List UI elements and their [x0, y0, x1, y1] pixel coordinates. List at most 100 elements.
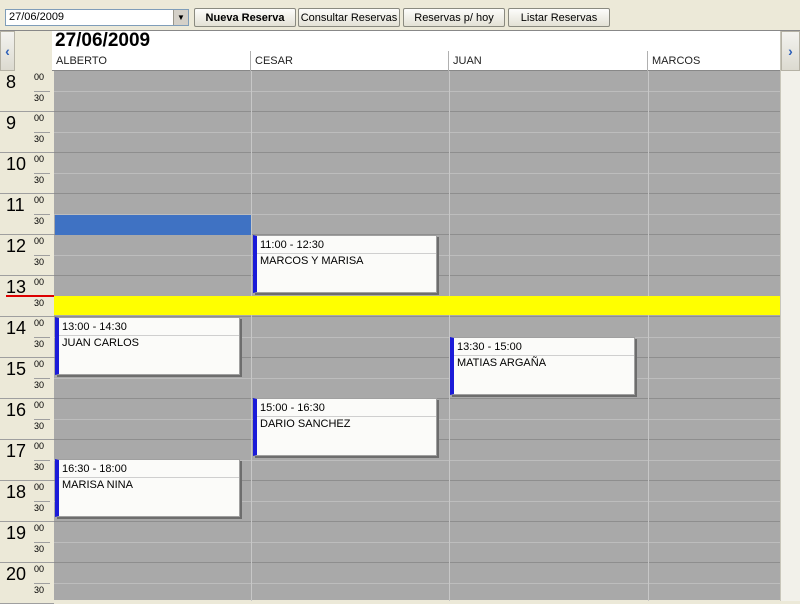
hour-label: 13	[6, 277, 27, 297]
half-hour-tick	[34, 419, 50, 420]
current-time-marker	[6, 295, 54, 297]
minute-label: 00	[34, 400, 45, 410]
query-reservations-button[interactable]: Consultar Reservas	[298, 8, 400, 27]
hour-label: 15	[6, 359, 27, 379]
appointment-divider	[59, 477, 239, 478]
appointment-name: JUAN CARLOS	[62, 337, 140, 349]
minute-label: 30	[34, 257, 45, 267]
half-hour-tick	[34, 132, 50, 133]
minute-label: 30	[34, 216, 45, 226]
vertical-scrollbar[interactable]: ›	[780, 31, 800, 601]
date-select-value: 27/06/2009	[9, 11, 65, 23]
hour-slot: 12 00 30	[0, 235, 54, 276]
chevron-down-icon[interactable]: ▼	[173, 10, 188, 25]
hour-line	[54, 111, 780, 112]
half-hour-line	[54, 91, 780, 92]
calendar-date-title: 27/06/2009	[52, 31, 780, 51]
minute-label: 30	[34, 462, 45, 472]
half-hour-line	[54, 378, 780, 379]
today-reservations-button[interactable]: Reservas p/ hoy	[403, 8, 505, 27]
hour-slot: 14 00 30	[0, 317, 54, 358]
appointment-name: DARIO SANCHEZ	[260, 418, 351, 430]
resource-header-cesar[interactable]: CESAR	[251, 51, 449, 71]
appointment-time: 13:00 - 14:30	[62, 321, 127, 333]
appointment-divider	[257, 253, 436, 254]
half-hour-tick	[34, 460, 50, 461]
hour-label: 10	[6, 154, 27, 174]
half-hour-tick	[34, 583, 50, 584]
minute-label: 00	[34, 318, 45, 328]
minute-label: 30	[34, 134, 45, 144]
minute-label: 30	[34, 421, 45, 431]
hour-label: 8	[6, 72, 17, 92]
hour-slot: 10 00 30	[0, 153, 54, 194]
appointment-card[interactable]: 16:30 - 18:00 MARISA NINA	[55, 459, 240, 517]
hour-slot: 19 00 30	[0, 522, 54, 563]
hour-slot: 20 00 30	[0, 563, 54, 604]
chevron-right-icon[interactable]: ›	[781, 31, 800, 71]
hour-label: 9	[6, 113, 17, 133]
hour-line	[54, 521, 780, 522]
minute-label: 30	[34, 298, 45, 308]
header-corner	[15, 31, 52, 71]
minute-label: 00	[34, 441, 45, 451]
toolbar: 27/06/2009 ▼ Nueva Reserva Consultar Res…	[0, 0, 800, 30]
hour-line	[54, 193, 780, 194]
minute-label: 30	[34, 380, 45, 390]
list-reservations-button[interactable]: Listar Reservas	[508, 8, 610, 27]
half-hour-line	[54, 132, 780, 133]
chevron-left-icon[interactable]: ‹	[0, 31, 15, 71]
half-hour-tick	[34, 337, 50, 338]
time-gutter: 8 00 30 9 00 30 10 00 30 11 00 30 12 00 …	[0, 71, 54, 604]
minute-label: 00	[34, 195, 45, 205]
appointment-divider	[257, 416, 436, 417]
hour-slot: 18 00 30	[0, 481, 54, 522]
minute-label: 00	[34, 154, 45, 164]
minute-label: 30	[34, 544, 45, 554]
minute-label: 00	[34, 72, 45, 82]
selected-slot[interactable]	[55, 215, 251, 235]
appointment-card[interactable]: 13:00 - 14:30 JUAN CARLOS	[55, 317, 240, 375]
appointment-card[interactable]: 13:30 - 15:00 MATIAS ARGAÑA	[450, 337, 635, 395]
resource-header-alberto[interactable]: ALBERTO	[52, 51, 251, 71]
resource-header-juan[interactable]: JUAN	[449, 51, 648, 71]
date-select[interactable]: 27/06/2009 ▼	[5, 9, 189, 26]
appointment-name: MARCOS Y MARISA	[260, 255, 364, 267]
appointment-divider	[59, 335, 239, 336]
minute-label: 00	[34, 359, 45, 369]
hour-label: 16	[6, 400, 27, 420]
minute-label: 00	[34, 236, 45, 246]
resource-header-marcos[interactable]: MARCOS	[648, 51, 780, 71]
appointment-card[interactable]: 15:00 - 16:30 DARIO SANCHEZ	[253, 398, 437, 456]
current-time-band	[54, 296, 780, 315]
minute-label: 30	[34, 93, 45, 103]
appointment-card[interactable]: 11:00 - 12:30 MARCOS Y MARISA	[253, 235, 437, 293]
minute-label: 00	[34, 564, 45, 574]
hour-label: 19	[6, 523, 27, 543]
half-hour-tick	[34, 214, 50, 215]
minute-label: 30	[34, 585, 45, 595]
half-hour-tick	[34, 378, 50, 379]
half-hour-tick	[34, 542, 50, 543]
day-calendar: ‹ 27/06/2009 ALBERTO CESAR JUAN MARCOS 8…	[0, 30, 800, 604]
hour-label: 20	[6, 564, 27, 584]
hour-line	[54, 562, 780, 563]
hour-slot: 8 00 30	[0, 71, 54, 112]
hour-label: 17	[6, 441, 27, 461]
appointment-time: 15:00 - 16:30	[260, 402, 325, 414]
half-hour-tick	[34, 501, 50, 502]
column-divider	[449, 71, 450, 601]
minute-label: 30	[34, 503, 45, 513]
appointment-time: 13:30 - 15:00	[457, 341, 522, 353]
hour-label: 18	[6, 482, 27, 502]
minute-label: 30	[34, 175, 45, 185]
minute-label: 30	[34, 339, 45, 349]
new-reservation-button[interactable]: Nueva Reserva	[194, 8, 296, 27]
schedule-grid[interactable]: 11:00 - 12:30 MARCOS Y MARISA 13:00 - 14…	[54, 71, 780, 601]
half-hour-tick	[34, 91, 50, 92]
hour-slot: 9 00 30	[0, 112, 54, 153]
hour-label: 11	[6, 195, 25, 215]
hour-slot: 15 00 30	[0, 358, 54, 399]
appointment-divider	[454, 355, 634, 356]
half-hour-line	[54, 583, 780, 584]
